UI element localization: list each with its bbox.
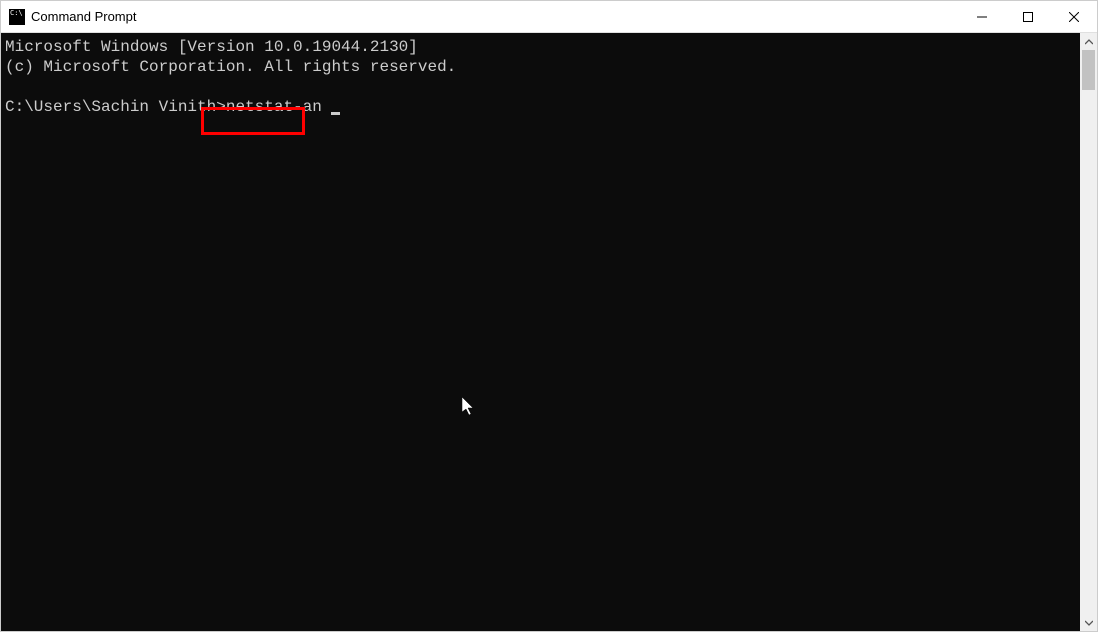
text-cursor [331, 112, 340, 115]
chevron-up-icon [1085, 38, 1093, 46]
chevron-down-icon [1085, 619, 1093, 627]
terminal-output[interactable]: Microsoft Windows [Version 10.0.19044.21… [1, 33, 1080, 631]
scroll-thumb[interactable] [1082, 50, 1095, 90]
scroll-up-button[interactable] [1080, 33, 1097, 50]
scroll-track[interactable] [1080, 50, 1097, 614]
version-line: Microsoft Windows [Version 10.0.19044.21… [5, 38, 418, 56]
terminal-area: Microsoft Windows [Version 10.0.19044.21… [1, 33, 1097, 631]
copyright-line: (c) Microsoft Corporation. All rights re… [5, 58, 456, 76]
close-button[interactable] [1051, 1, 1097, 32]
scroll-down-button[interactable] [1080, 614, 1097, 631]
maximize-icon [1023, 12, 1033, 22]
minimize-icon [977, 12, 987, 22]
vertical-scrollbar[interactable] [1080, 33, 1097, 631]
app-icon [9, 9, 25, 25]
titlebar[interactable]: Command Prompt [1, 1, 1097, 33]
prompt-text: C:\Users\Sachin Vinith> [5, 98, 226, 116]
command-text: netstat-an [226, 98, 322, 116]
maximize-button[interactable] [1005, 1, 1051, 32]
command-prompt-window: Command Prompt Microsoft Windows [Versio… [0, 0, 1098, 632]
window-controls [959, 1, 1097, 32]
mouse-cursor-icon [385, 377, 476, 443]
close-icon [1069, 12, 1079, 22]
window-title: Command Prompt [31, 9, 136, 24]
minimize-button[interactable] [959, 1, 1005, 32]
